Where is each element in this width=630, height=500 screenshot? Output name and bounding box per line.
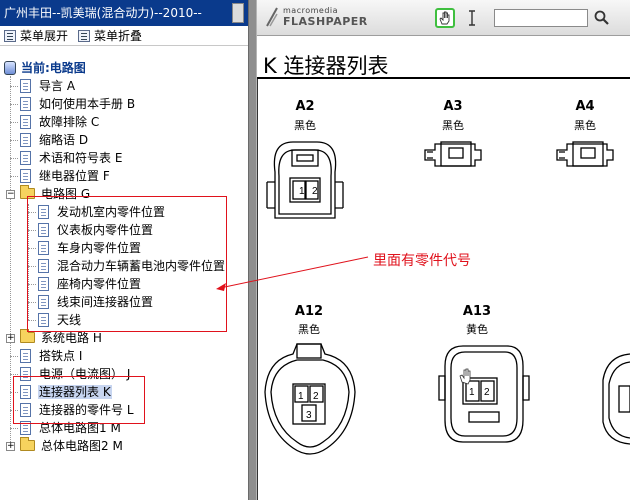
connector-a4-drawing	[556, 141, 614, 167]
panel-splitter[interactable]	[248, 0, 257, 500]
tree-item-label: 总体电路图2 M	[41, 439, 123, 453]
tree-folder-overall-diagram-2[interactable]: + 总体电路图2 M	[4, 437, 124, 455]
document-icon	[20, 151, 31, 165]
menu-toolbar: 菜单展开 菜单折叠	[0, 26, 248, 46]
pin-1: 1	[299, 186, 305, 197]
folder-icon	[20, 329, 35, 343]
find-input[interactable]	[494, 9, 588, 27]
tree-item-label: 缩略语 D	[39, 133, 89, 147]
tree-item-troubleshooting[interactable]: 故障排除 C	[10, 113, 100, 131]
pin-2: 2	[312, 186, 318, 197]
brand-text-bottom: FLASHPAPER	[283, 15, 368, 28]
expand-toggle[interactable]: +	[6, 334, 15, 343]
tree-line	[10, 76, 11, 446]
connector-partial-drawing	[602, 353, 630, 445]
highlight-box-parts-locations	[27, 196, 227, 332]
document-icon	[20, 349, 31, 363]
hand-icon	[439, 11, 450, 25]
connector-id: A3	[443, 99, 463, 114]
tree-root[interactable]: 当前:电路图	[4, 59, 87, 77]
title-rule	[257, 77, 630, 79]
monitor-icon	[4, 61, 16, 75]
collapse-menu-button[interactable]: 菜单折叠	[76, 28, 142, 44]
tree-item-relay-locations[interactable]: 继电器位置 F	[10, 167, 111, 185]
document-icon	[20, 79, 31, 93]
pin-2: 2	[484, 387, 490, 398]
tree-item-label: 继电器位置 F	[39, 169, 110, 183]
connector-a2-drawing	[266, 141, 344, 219]
expand-toggle[interactable]: +	[6, 442, 15, 451]
text-select-tool-button[interactable]	[465, 8, 479, 28]
document-icon	[20, 169, 31, 183]
tree-item-label: 如何使用本手册 B	[39, 97, 136, 111]
tree-item-label: 故障排除 C	[39, 115, 100, 129]
tree-item-terms-symbols[interactable]: 术语和符号表 E	[10, 149, 123, 167]
folder-icon	[20, 437, 35, 451]
collapse-toggle[interactable]: −	[6, 190, 15, 199]
expand-menu-button[interactable]: 菜单展开	[2, 28, 68, 44]
connector-id: A2	[295, 99, 315, 114]
tree-item-label: 导言 A	[39, 79, 76, 93]
document-icon	[20, 115, 31, 129]
title-scroll-button[interactable]	[232, 3, 244, 23]
pin-1: 1	[298, 391, 304, 402]
hand-tool-button[interactable]	[435, 8, 455, 28]
connector-a12-drawing	[264, 343, 356, 455]
brand-text-top: macromedia	[283, 6, 339, 15]
tree-item-abbreviations[interactable]: 缩略语 D	[10, 131, 89, 149]
viewer-toolbar: macromedia FLASHPAPER	[257, 0, 630, 36]
document-icon	[20, 133, 31, 147]
highlight-box-connectors	[13, 376, 145, 424]
connector-drawings: 1 2 1 2 3 1 2	[264, 141, 630, 455]
tree-item-how-to-use[interactable]: 如何使用本手册 B	[10, 95, 136, 113]
connector-a3-drawing	[424, 141, 482, 167]
tree-item-label: 系统电路 H	[41, 331, 102, 345]
window-title: 广州丰田--凯美瑞(混合动力)--2010--	[0, 0, 248, 26]
collapse-menu-label: 菜单折叠	[94, 29, 143, 43]
pin-1: 1	[469, 387, 475, 398]
tree-item-label: 术语和符号表 E	[39, 151, 123, 165]
hand-cursor-icon	[459, 368, 471, 385]
tree-item-label: 搭铁点 I	[39, 349, 83, 363]
expand-menu-label: 菜单展开	[20, 29, 69, 43]
list-icon	[78, 30, 90, 42]
list-icon	[4, 30, 16, 42]
document-icon	[20, 97, 31, 111]
connector-id: A4	[575, 99, 595, 114]
page-title: K 连接器列表	[263, 54, 389, 78]
annotation-note: 里面有零件代号	[373, 253, 471, 269]
pin-3: 3	[306, 410, 312, 421]
find-button[interactable]	[593, 9, 611, 27]
text-cursor-icon	[469, 10, 475, 26]
flashpaper-logo-icon	[266, 7, 278, 27]
magnifier-icon	[594, 10, 609, 25]
pin-2: 2	[313, 391, 319, 402]
tree-item-ground-points[interactable]: 搭铁点 I	[10, 347, 83, 365]
tree-root-label: 当前:电路图	[21, 61, 86, 75]
tree-item-intro[interactable]: 导言 A	[10, 77, 76, 95]
navigation-panel: 广州丰田--凯美瑞(混合动力)--2010-- 菜单展开 菜单折叠 当前:电路图…	[0, 0, 248, 500]
